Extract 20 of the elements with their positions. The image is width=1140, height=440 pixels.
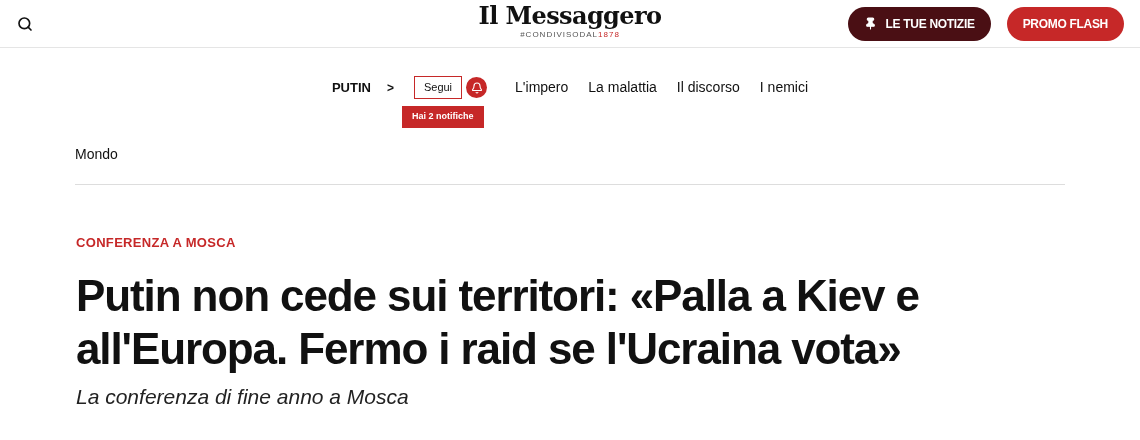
topic-label[interactable]: PUTIN [331,77,371,98]
tagline: #CONDIVISODAL [520,30,599,40]
breadcrumb-link[interactable]: Mondo [75,146,118,162]
article-title: Putin non cede sui territori: «Palla a Kiev e all'Europa. Fermo i raid se l'Ucraina vota» [76,269,920,375]
topic-link[interactable]: Il discorso [676,77,740,98]
topic-link[interactable]: L'impero [515,77,569,98]
logo[interactable]: Il Messaggero [478,2,662,30]
topic-link[interactable]: La malattia [588,77,657,98]
notification-tooltip: Hai 2 notifiche [402,106,484,128]
bell-icon[interactable] [466,77,488,98]
search-icon[interactable] [17,15,33,32]
promo-button[interactable]: PROMO FLASH [1006,6,1124,41]
arrow-glyph: > [386,79,394,97]
topic-link[interactable]: I nemici [759,77,809,98]
article-kicker: CONFERENZA A MOSCA [76,234,237,252]
follow-button[interactable]: Segui [413,76,463,99]
article-subtitle: La conferenza di fine anno a Mosca [76,383,410,410]
pin-icon [864,17,878,30]
tagline-year: 1878 [598,30,620,40]
my-news-button[interactable]: LE TUE NOTIZIE [848,6,991,41]
